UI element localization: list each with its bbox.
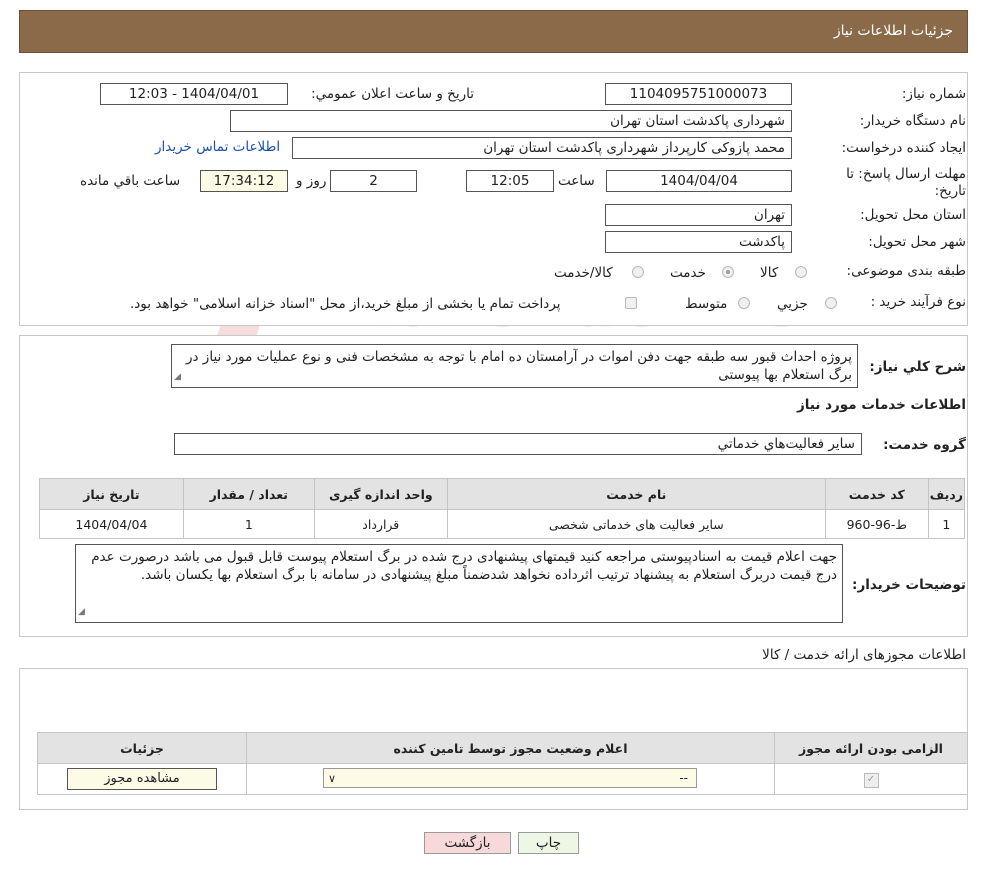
buyer-notes-label: توضيحات خريدار: [852, 577, 966, 593]
category-service-label: خدمت [670, 265, 706, 281]
category-goods-service-radio[interactable] [632, 266, 644, 278]
back-button[interactable]: بازگشت [424, 832, 511, 854]
category-label: طبقه بندی موضوعی: [846, 263, 966, 279]
permits-table-header: الزامی بودن ارائه مجوز اعلام وضعيت مجوز … [37, 732, 968, 764]
deadline-time-field: 12:05 [466, 170, 554, 192]
purchase-type-label: نوع فرآيند خريد : [870, 294, 966, 310]
service-group-field: ساير فعاليت‌هاي خدماتي [174, 433, 862, 455]
category-goods-service-label: کالا/خدمت [554, 265, 613, 281]
summary-text: پروژه احداث قبور سه طبقه جهت دفن اموات د… [185, 349, 852, 383]
col-unit: واحد اندازه گيری [313, 478, 448, 510]
col-quantity: تعداد / مقدار [182, 478, 315, 510]
purchase-medium-radio[interactable] [738, 297, 750, 309]
deadline-days-field: 2 [330, 170, 417, 192]
cell-service-name: سایر فعالیت های خدماتی شخصی [446, 509, 826, 539]
col-permit-status: اعلام وضعيت مجوز توسط تامين کننده [246, 732, 775, 764]
resize-grip-icon[interactable]: ◢ [78, 603, 85, 621]
announce-datetime-label: تاریخ و ساعت اعلان عمومي: [311, 86, 474, 102]
purchase-medium-label: متوسط [685, 296, 728, 312]
table-row: 1 ط-96-960 سایر فعالیت های خدماتی شخصی ق… [39, 509, 966, 539]
category-goods-label: کالا [760, 265, 779, 281]
purchase-minor-radio[interactable] [825, 297, 837, 309]
category-goods-radio[interactable] [795, 266, 807, 278]
buyer-contact-link[interactable]: اطلاعات تماس خريدار [155, 139, 280, 155]
need-number-field: 1104095751000073 [605, 83, 792, 105]
col-need-date: تاريخ نياز [39, 478, 184, 510]
purchase-minor-label: جزيي [777, 296, 808, 312]
remaining-label: ساعت باقي مانده [80, 173, 181, 189]
page-title: جزئیات اطلاعات نیاز [833, 23, 953, 39]
requester-label: ايجاد کننده درخواست: [841, 140, 966, 156]
col-row: رديف [927, 478, 966, 510]
table-row: ✓ ∨ -- مشاهده مجوز [37, 763, 968, 795]
print-button[interactable]: چاپ [518, 832, 579, 854]
buyer-notes-field: جهت اعلام قیمت به اسنادپیوستی مراجعه کنی… [75, 544, 843, 623]
cell-quantity: 1 [182, 509, 315, 539]
buyer-notes-text: جهت اعلام قیمت به اسنادپیوستی مراجعه کنی… [91, 549, 837, 583]
category-service-radio[interactable] [722, 266, 734, 278]
cell-service-code: ط-96-960 [824, 509, 929, 539]
city-label: شهر محل تحويل: [868, 234, 966, 250]
permit-status-select[interactable]: ∨ -- [323, 768, 697, 788]
requester-field: محمد پازوکی کارپرداز شهرداری پاکدشت استا… [292, 137, 792, 159]
need-number-label: شماره نیاز: [901, 86, 966, 102]
permit-required-checkbox: ✓ [863, 773, 879, 788]
page-header: جزئیات اطلاعات نیاز [19, 10, 968, 53]
services-table-header: رديف کد خدمت نام خدمت واحد اندازه گيری ت… [39, 478, 966, 510]
cell-need-date: 1404/04/04 [39, 509, 184, 539]
services-section-title: اطلاعات خدمات مورد نياز [796, 397, 966, 413]
summary-field: پروژه احداث قبور سه طبقه جهت دفن اموات د… [171, 344, 858, 388]
deadline-time-label: ساعت [558, 173, 595, 189]
chevron-down-icon: ∨ [328, 772, 337, 785]
deadline-date-field: 1404/04/04 [606, 170, 792, 192]
col-service-name: نام خدمت [446, 478, 826, 510]
city-field: پاکدشت [605, 231, 792, 253]
cell-unit: قرارداد [313, 509, 448, 539]
view-permit-button[interactable]: مشاهده مجوز [67, 768, 217, 790]
resize-grip-icon[interactable]: ◢ [174, 368, 181, 386]
col-permit-required: الزامی بودن ارائه مجوز [774, 732, 968, 764]
treasury-note: پرداخت تمام یا بخشی از مبلغ خرید،از محل … [130, 296, 561, 312]
buyer-org-field: شهرداری پاکدشت استان تهران [230, 110, 792, 132]
permit-status-value: -- [679, 771, 688, 785]
services-table: رديف کد خدمت نام خدمت واحد اندازه گيری ت… [39, 478, 966, 539]
cell-permit-required: ✓ [774, 763, 968, 795]
col-permit-details: جزئيات [37, 732, 247, 764]
cell-permit-details: مشاهده مجوز [37, 763, 247, 795]
treasury-bonds-checkbox[interactable] [625, 297, 637, 309]
service-group-label: گروه خدمت: [883, 437, 966, 453]
province-label: استان محل تحويل: [860, 207, 966, 223]
cell-row: 1 [927, 509, 966, 539]
permits-table: الزامی بودن ارائه مجوز اعلام وضعيت مجوز … [37, 732, 968, 795]
remaining-time-field: 17:34:12 [200, 170, 288, 192]
deadline-label: مهلت ارسال پاسخ: تا تاریخ: [846, 166, 966, 199]
cell-permit-status: ∨ -- [246, 763, 775, 795]
permits-section-title: اطلاعات مجوزهای ارائه خدمت / کالا [762, 647, 966, 663]
col-service-code: کد خدمت [824, 478, 929, 510]
summary-label: شرح کلي نياز: [869, 359, 966, 375]
buyer-org-label: نام دستگاه خريدار: [859, 113, 966, 129]
province-field: تهران [605, 204, 792, 226]
announce-datetime-field: 1404/04/01 - 12:03 [100, 83, 288, 105]
days-label: روز و [296, 173, 327, 189]
